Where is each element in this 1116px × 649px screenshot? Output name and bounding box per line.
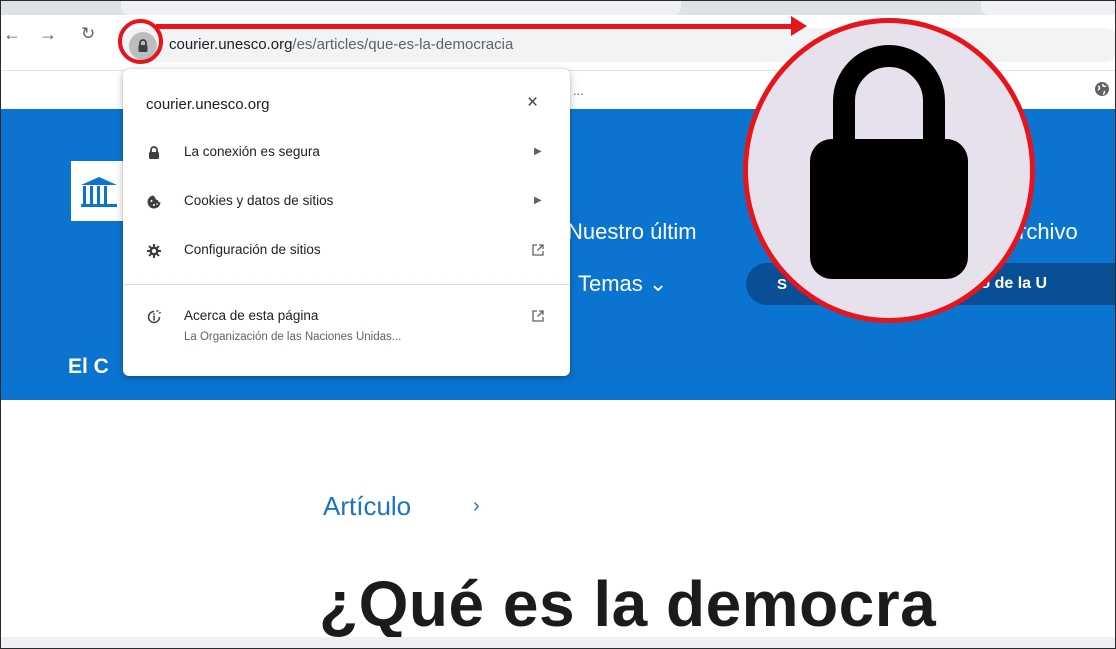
screenshot-frame: ← → ↻ courier.unesco.org/es/articles/que… — [0, 0, 1116, 649]
about-page-subtitle: La Organización de las Naciones Unidas..… — [184, 331, 402, 343]
about-page-label: Acerca de esta página — [184, 308, 319, 323]
popup-divider — [123, 284, 570, 285]
url-host: courier.unesco.org — [169, 36, 293, 53]
nav-archive[interactable]: rchivo — [1019, 219, 1078, 245]
external-link-icon — [532, 244, 544, 256]
chevron-right-icon: ▶ — [534, 195, 542, 206]
url-text[interactable]: courier.unesco.org/es/articles/que-es-la… — [169, 36, 513, 53]
forward-arrow-icon[interactable]: → — [39, 25, 57, 43]
back-arrow-icon[interactable]: ← — [3, 25, 21, 43]
connection-secure-label: La conexión es segura — [184, 144, 320, 159]
lock-icon — [810, 45, 968, 279]
globe-icon[interactable] — [1094, 81, 1110, 97]
magnified-lock-callout — [743, 18, 1035, 323]
bookmark-overflow[interactable]: ... — [573, 83, 584, 98]
tab-strip — [1, 1, 1115, 15]
breadcrumb[interactable]: Artículo — [323, 491, 411, 522]
external-link-icon — [532, 310, 544, 322]
site-settings-item[interactable]: Configuración de sitios — [123, 229, 570, 273]
cookies-item[interactable]: Cookies y datos de sitios ▶ — [123, 180, 570, 224]
annotation-arrow-line — [156, 24, 796, 29]
reload-icon[interactable]: ↻ — [81, 25, 95, 43]
connection-secure-item[interactable]: La conexión es segura ▶ — [123, 131, 570, 175]
chevron-right-icon: ▶ — [534, 146, 542, 157]
nav-latest-issue[interactable]: Nuestro últim — [567, 219, 697, 245]
active-tab[interactable] — [121, 1, 681, 15]
site-info-popup: courier.unesco.org × La conexión es segu… — [123, 69, 570, 376]
page-title: ¿Qué es la democra — [319, 568, 937, 640]
cookies-label: Cookies y datos de sitios — [184, 193, 334, 208]
unesco-logo[interactable] — [71, 161, 126, 221]
site-name[interactable]: El C — [68, 355, 109, 379]
adjacent-tab[interactable] — [981, 1, 1115, 15]
about-page-item[interactable]: Acerca de esta página La Organización de… — [123, 295, 570, 355]
nav-topics[interactable]: Temas ⌄ — [578, 271, 667, 297]
lock-icon — [149, 146, 159, 159]
page-bottom-strip — [1, 637, 1115, 648]
gear-icon — [147, 244, 161, 258]
site-settings-label: Configuración de sitios — [184, 242, 321, 257]
temple-logo-icon — [81, 177, 117, 207]
close-icon[interactable]: × — [527, 93, 538, 112]
about-page-icon — [147, 309, 162, 324]
chevron-right-icon: › — [473, 495, 480, 517]
cookie-icon — [147, 195, 161, 209]
arrow-head-icon — [791, 16, 807, 36]
url-path: /es/articles/que-es-la-democracia — [292, 36, 514, 53]
popup-title: courier.unesco.org — [146, 96, 270, 113]
